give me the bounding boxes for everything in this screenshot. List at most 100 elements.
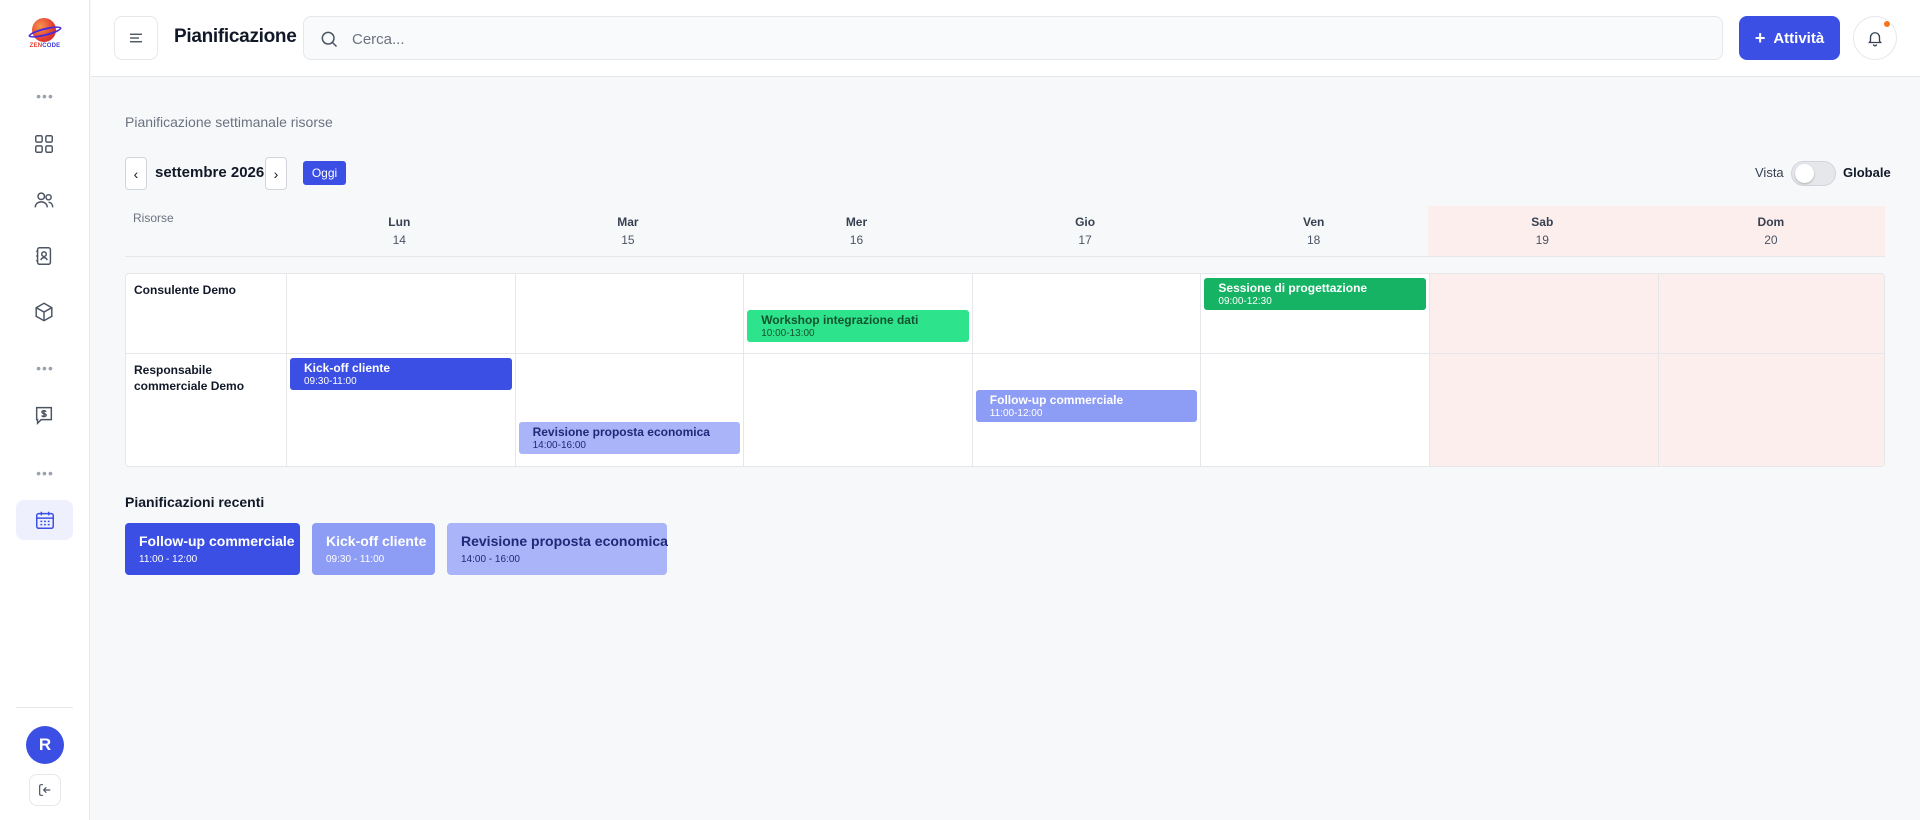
next-week-button[interactable]: ›	[265, 157, 287, 190]
day-cell[interactable]	[1429, 354, 1658, 466]
event-title: Revisione proposta economica	[532, 425, 710, 439]
view-label: Vista	[1755, 165, 1784, 180]
search-bar[interactable]	[303, 16, 1723, 60]
recent-card-title: Kick-off cliente	[326, 533, 427, 549]
recent-card-title: Revisione proposta economica	[461, 533, 668, 549]
recent-card-time: 09:30 - 11:00	[326, 554, 385, 565]
day-cell[interactable]	[1429, 274, 1658, 353]
global-label: Globale	[1843, 165, 1891, 180]
page-title: Pianificazione	[174, 26, 297, 47]
resource-name: Responsabile commerciale Demo	[134, 363, 245, 393]
recent-planning-card[interactable]: Kick-off cliente 09:30 - 11:00	[312, 523, 435, 575]
add-activity-label: Attività	[1773, 29, 1825, 47]
more-dots-icon[interactable]: •••	[36, 361, 54, 375]
day-header: Ven 18	[1199, 206, 1428, 256]
schedule-event[interactable]: Sessione di progettazione 09:00-12:30	[1204, 278, 1426, 310]
package-icon	[35, 302, 53, 322]
recent-title: Pianificazioni recenti	[125, 494, 265, 510]
day-name: Lun	[388, 215, 411, 229]
prev-week-button[interactable]: ‹	[125, 157, 147, 190]
event-time: 10:00-13:00	[761, 328, 815, 339]
sidebar-item-products[interactable]	[27, 295, 61, 329]
logout-icon	[39, 784, 51, 796]
schedule-event[interactable]: Follow-up commerciale 11:00-12:00	[975, 390, 1198, 422]
day-cell[interactable]	[1657, 354, 1884, 466]
day-header: Mer 16	[742, 206, 971, 256]
menu-toggle-button[interactable]	[114, 16, 158, 60]
day-number: 15	[621, 233, 635, 247]
day-name: Ven	[1303, 215, 1325, 229]
event-title: Follow-up commerciale	[989, 393, 1124, 407]
resource-row: Consulente Demo Workshop integrazione dat…	[126, 274, 1884, 354]
day-header: Sab 19	[1428, 206, 1657, 256]
app-logo[interactable]: ZENCODE	[27, 18, 63, 52]
day-header: Dom 20	[1656, 206, 1886, 256]
day-number: 20	[1764, 233, 1778, 247]
today-button[interactable]: Oggi	[303, 161, 346, 185]
day-cell[interactable]	[743, 354, 972, 466]
event-time: 09:00-12:30	[1218, 296, 1272, 307]
sidebar-divider	[16, 707, 73, 708]
resource-row: Responsabile commerciale Demo Kick-off cl…	[126, 354, 1884, 466]
user-avatar[interactable]: R	[26, 726, 64, 764]
sidebar-item-dashboard[interactable]	[27, 127, 61, 161]
event-time: 09:30-11:00	[304, 376, 357, 387]
day-name: Gio	[1075, 215, 1096, 229]
day-header: Mar 15	[514, 206, 743, 256]
recent-card-time: 14:00 - 16:00	[461, 554, 520, 565]
sidebar-item-planning[interactable]	[16, 500, 73, 540]
global-view-toggle[interactable]	[1791, 161, 1836, 186]
notifications-button[interactable]	[1853, 16, 1897, 60]
grid-icon	[35, 135, 53, 153]
recent-planning-card[interactable]: Revisione proposta economica 14:00 - 16:0…	[447, 523, 668, 575]
notification-badge	[1883, 20, 1891, 28]
day-name: Mar	[617, 215, 639, 229]
top-header: Pianificazione + Attività	[91, 0, 1920, 77]
schedule-event[interactable]: Kick-off cliente 09:30-11:00	[290, 358, 512, 390]
users-icon	[34, 192, 54, 208]
recent-planning-card[interactable]: Follow-up commerciale 11:00 - 12:00	[125, 523, 300, 575]
day-header: Lun 14	[285, 206, 514, 256]
add-activity-button[interactable]: + Attività	[1739, 16, 1840, 60]
event-title: Workshop integrazione dati	[761, 313, 919, 327]
day-header: Gio 17	[971, 206, 1200, 256]
sidebar-item-users[interactable]	[27, 183, 61, 217]
schedule-event[interactable]: Workshop integrazione dati 10:00-13:00	[747, 310, 969, 342]
logo-text: ZENCODE	[29, 43, 61, 49]
day-cell[interactable]	[514, 274, 744, 353]
resources-header: Risorse	[133, 211, 174, 225]
event-time: 14:00-16:00	[532, 440, 586, 451]
toggle-knob	[1795, 164, 1814, 183]
day-cell[interactable]	[1200, 354, 1429, 466]
recent-card-title: Follow-up commerciale	[139, 533, 295, 549]
planner-subtitle: Pianificazione settimanale risorse	[125, 114, 333, 130]
sidebar-item-contacts[interactable]	[27, 239, 61, 273]
resource-name: Consulente Demo	[134, 283, 237, 297]
recent-card-time: 11:00 - 12:00	[139, 554, 198, 565]
logout-button[interactable]	[29, 774, 61, 806]
sidebar-item-billing[interactable]	[27, 398, 61, 432]
more-dots-icon[interactable]: •••	[36, 89, 54, 103]
day-cell[interactable]	[286, 274, 515, 353]
calendar-icon	[35, 511, 54, 529]
day-name: Dom	[1757, 215, 1785, 229]
schedule-event[interactable]: Revisione proposta economica 14:00-16:00	[518, 422, 741, 454]
day-name: Sab	[1531, 215, 1554, 229]
planner-grid: Consulente Demo Workshop integrazione dat…	[125, 273, 1885, 467]
day-cell[interactable]	[1657, 274, 1884, 353]
search-icon	[321, 31, 338, 48]
billing-icon	[35, 406, 53, 426]
sidebar: ZENCODE ••• ••• ••• R	[0, 0, 90, 820]
event-time: 11:00-12:00	[989, 408, 1043, 419]
day-number: 14	[392, 233, 406, 247]
day-name: Mer	[845, 215, 868, 229]
event-title: Kick-off cliente	[304, 361, 391, 375]
day-number: 16	[849, 233, 864, 247]
day-cell[interactable]	[971, 274, 1201, 353]
bell-icon	[1868, 32, 1882, 47]
event-title: Sessione di progettazione	[1218, 281, 1368, 295]
day-number: 19	[1535, 233, 1549, 247]
search-input[interactable]	[352, 27, 1692, 51]
more-dots-icon[interactable]: •••	[36, 466, 54, 480]
day-number: 17	[1078, 233, 1092, 247]
